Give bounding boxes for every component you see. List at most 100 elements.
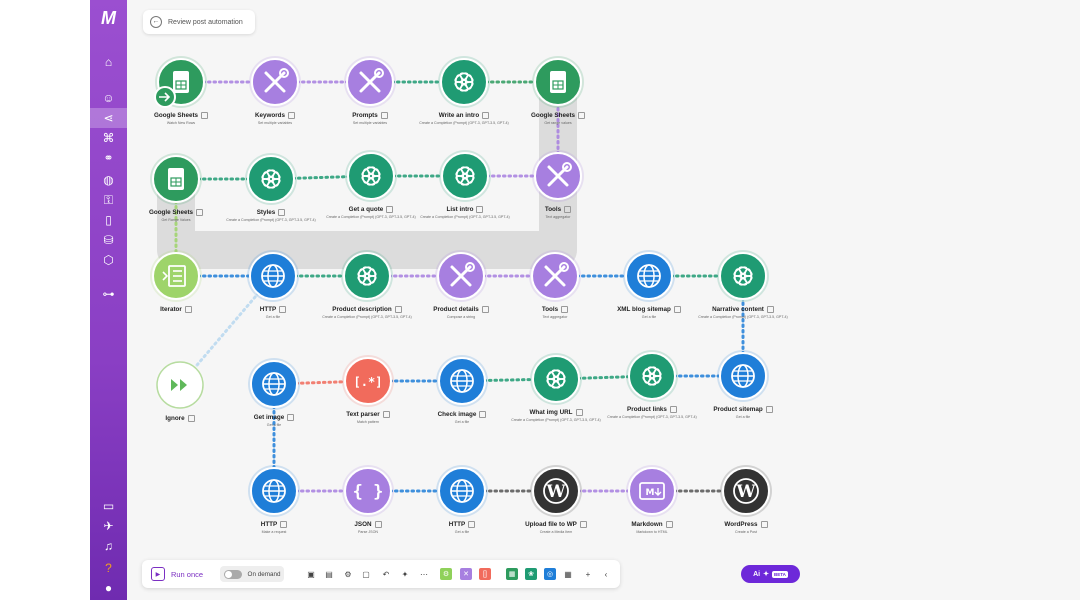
- module-name: Tools: [541, 306, 559, 314]
- module-name: WordPress: [724, 521, 758, 529]
- svg-text:[.*]: [.*]: [354, 375, 383, 389]
- openai-icon[interactable]: ❀: [525, 568, 537, 580]
- google-sheets-icon[interactable]: ▦: [506, 568, 518, 580]
- module-gi[interactable]: [248, 358, 300, 410]
- module-wu[interactable]: [530, 353, 582, 405]
- svg-text:{ }: { }: [353, 482, 384, 502]
- module-js[interactable]: { }: [342, 465, 394, 517]
- module-label: Narrative content: [688, 306, 798, 313]
- module-gs2[interactable]: [532, 56, 584, 108]
- module-id-badge: [184, 306, 192, 313]
- module-ps[interactable]: [717, 350, 769, 402]
- play-icon: ▶: [150, 567, 165, 581]
- module-pdet[interactable]: [435, 250, 487, 302]
- module-id-badge: [279, 306, 287, 313]
- module-name: Product sitemap: [713, 406, 763, 414]
- module-id-badge: [476, 206, 484, 213]
- module-t1[interactable]: [532, 150, 584, 202]
- module-name: XML blog sitemap: [617, 306, 671, 314]
- align-icon[interactable]: ▤: [323, 566, 335, 582]
- module-pd[interactable]: [341, 250, 393, 302]
- module-gs3[interactable]: [150, 153, 202, 205]
- undo-icon[interactable]: ↶: [380, 566, 392, 582]
- module-action: Create a Post: [735, 530, 757, 534]
- module-label: Product sitemap: [688, 406, 798, 413]
- module-t2[interactable]: [529, 250, 581, 302]
- module-name: Product details: [433, 306, 479, 314]
- module-label: Tools: [503, 206, 613, 213]
- module-kw[interactable]: [249, 56, 301, 108]
- module-pl[interactable]: [626, 350, 678, 402]
- module-md[interactable]: M: [626, 465, 678, 517]
- module-xml[interactable]: [623, 250, 675, 302]
- add-module-icon[interactable]: +: [582, 566, 594, 582]
- module-name: Google Sheets: [530, 112, 576, 120]
- module-id-badge: [288, 112, 296, 119]
- module-id-badge: [575, 409, 583, 416]
- module-name: HTTP: [259, 306, 277, 314]
- scenario-flow: [.*] { } W M W: [150, 56, 772, 517]
- module-label: Google Sheets: [121, 209, 231, 216]
- collapse-icon[interactable]: ‹: [600, 566, 612, 582]
- tools-module-icon[interactable]: ⚙: [440, 568, 452, 580]
- module-st[interactable]: [245, 153, 297, 205]
- module-gq[interactable]: [345, 150, 397, 202]
- run-once-button[interactable]: ▶ Run once: [146, 566, 208, 582]
- module-id-badge: [394, 306, 402, 313]
- module-gs1[interactable]: [154, 56, 207, 108]
- module-name: Upload file to WP: [525, 521, 577, 529]
- module-name: Check image: [437, 411, 477, 419]
- module-name: Get image: [253, 414, 285, 422]
- save-icon[interactable]: ▣: [305, 566, 317, 582]
- module-id-badge: [280, 521, 288, 528]
- module-id-badge: [766, 306, 774, 313]
- module-action: Text aggregator: [545, 215, 571, 219]
- module-nc[interactable]: [717, 250, 769, 302]
- flow-control-icon[interactable]: ✕: [460, 568, 472, 580]
- module-id-badge: [564, 206, 572, 213]
- module-id-badge: [578, 112, 586, 119]
- module-ci[interactable]: [436, 355, 488, 407]
- module-li[interactable]: [439, 150, 491, 202]
- module-id-badge: [669, 406, 677, 413]
- svg-text:W: W: [545, 482, 566, 502]
- module-label: Google Sheets: [503, 112, 613, 119]
- module-label: Upload file to WP: [501, 521, 611, 528]
- module-id-badge: [482, 112, 490, 119]
- module-label: Keywords: [220, 112, 330, 119]
- module-it[interactable]: [150, 250, 202, 302]
- module-name: Iterator: [160, 306, 182, 314]
- module-h2[interactable]: [248, 465, 300, 517]
- module-name: Get a quote: [348, 206, 384, 214]
- beta-badge: BETA: [771, 570, 788, 578]
- more-icon[interactable]: ⋯: [418, 566, 430, 582]
- grid-icon[interactable]: ▦: [562, 566, 574, 582]
- svg-text:M: M: [646, 488, 655, 498]
- text-parser-icon[interactable]: []: [479, 568, 491, 580]
- module-label: WordPress: [691, 521, 801, 528]
- module-ig[interactable]: [154, 359, 206, 411]
- module-id-badge: [760, 521, 768, 528]
- magic-wand-icon[interactable]: ✦: [399, 566, 411, 582]
- module-h3[interactable]: [436, 465, 488, 517]
- http-icon[interactable]: ◎: [544, 568, 556, 580]
- module-tp[interactable]: [.*]: [342, 355, 394, 407]
- module-name: Product description: [332, 306, 392, 314]
- module-name: Ignore: [165, 415, 185, 423]
- module-uw[interactable]: W: [530, 465, 582, 517]
- module-name: Prompts: [352, 112, 378, 120]
- ai-assistant-button[interactable]: Ai ✦ BETA: [741, 565, 800, 583]
- module-h1[interactable]: [247, 250, 299, 302]
- notes-icon[interactable]: ▢: [360, 566, 372, 582]
- module-id-badge: [765, 406, 773, 413]
- schedule-toggle[interactable]: On demand: [220, 566, 284, 582]
- module-pr[interactable]: [344, 56, 396, 108]
- module-id-badge: [382, 411, 390, 418]
- toggle-switch[interactable]: [223, 569, 242, 579]
- settings-icon[interactable]: ⚙: [342, 566, 354, 582]
- module-name: Styles: [256, 209, 276, 217]
- module-name: Narrative content: [712, 306, 764, 314]
- module-wi[interactable]: [438, 56, 490, 108]
- module-wp[interactable]: W: [720, 465, 772, 517]
- module-name: Text parser: [346, 411, 380, 419]
